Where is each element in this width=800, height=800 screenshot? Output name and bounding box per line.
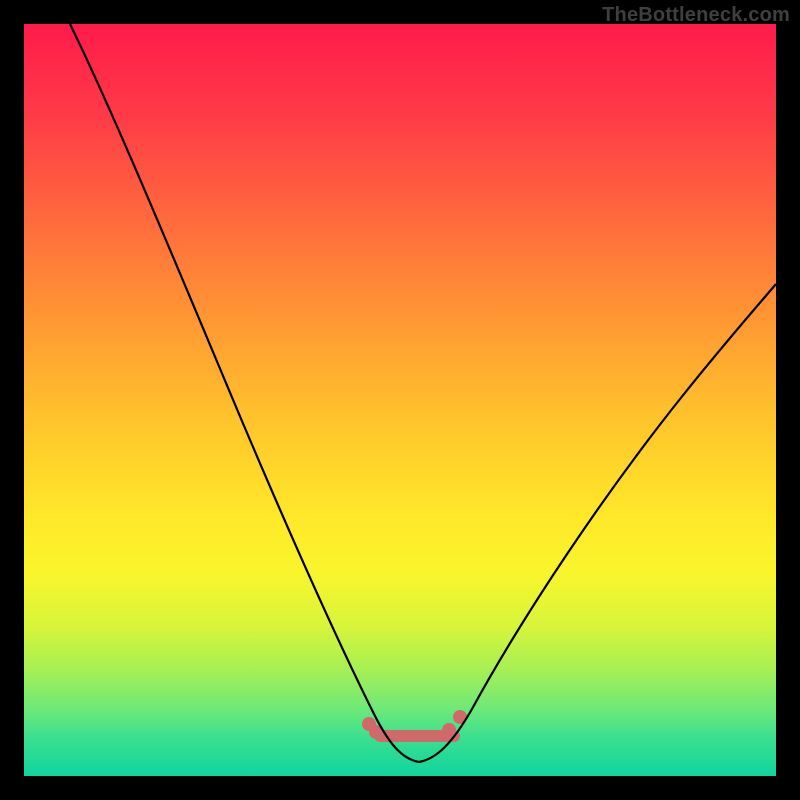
chart-frame: TheBottleneck.com <box>0 0 800 800</box>
highlight-dot <box>453 710 467 724</box>
highlight-dot <box>362 717 376 731</box>
bottleneck-curve <box>70 24 776 762</box>
plot-area <box>24 24 776 776</box>
highlight-minimum <box>362 710 467 739</box>
highlight-dot <box>442 723 456 737</box>
highlight-dot <box>369 725 383 739</box>
curve-layer <box>24 24 776 776</box>
watermark-text: TheBottleneck.com <box>602 4 790 27</box>
